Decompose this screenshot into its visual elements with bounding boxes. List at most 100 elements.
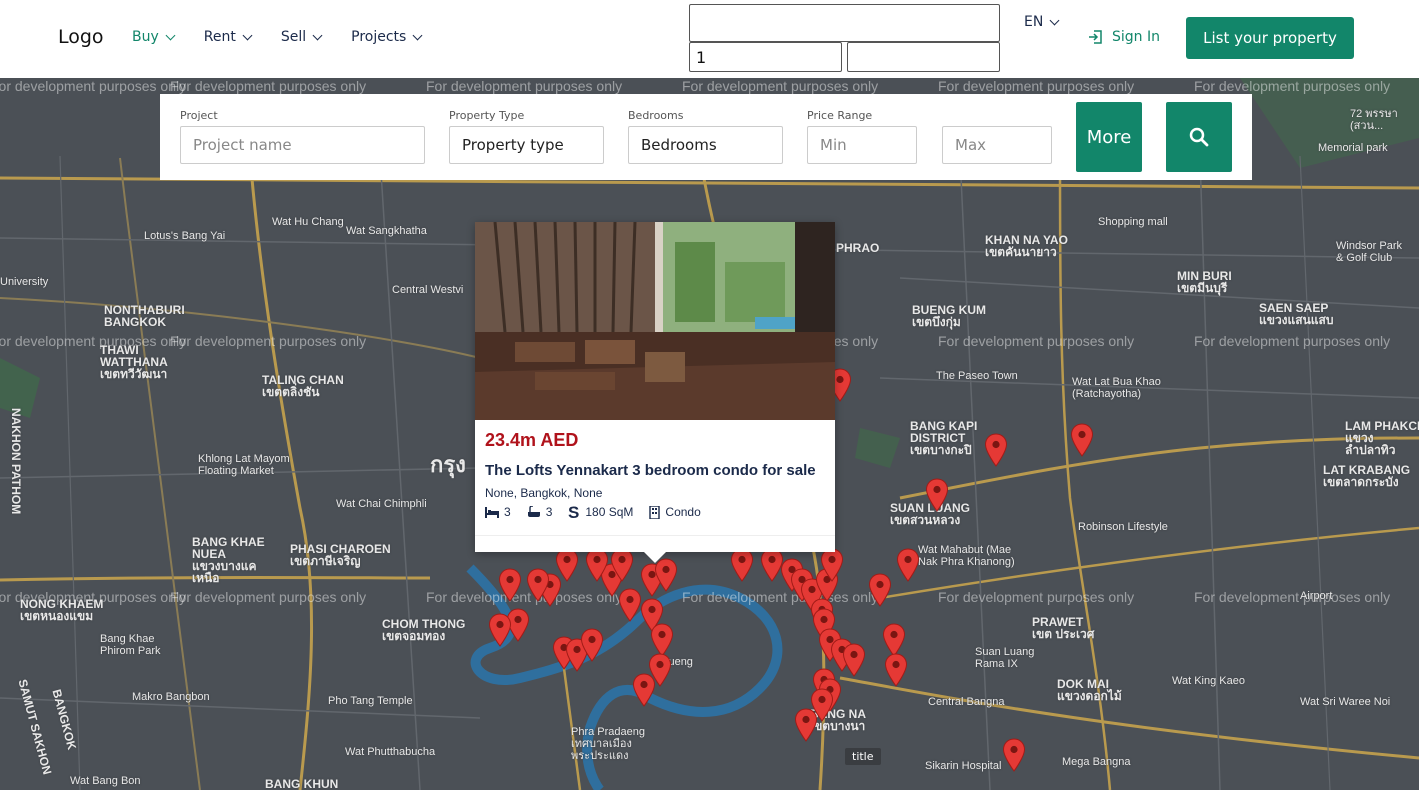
- map-pin-icon[interactable]: [526, 568, 550, 602]
- site-logo[interactable]: Logo: [58, 26, 104, 48]
- sign-in-label: Sign In: [1112, 29, 1160, 45]
- map-pin-icon[interactable]: [654, 558, 678, 592]
- map-pin-icon[interactable]: [896, 548, 920, 582]
- property-photo[interactable]: [475, 222, 835, 420]
- map-pin-icon[interactable]: [650, 623, 674, 657]
- map-label: Bang Khae Phirom Park: [100, 633, 161, 657]
- top-input[interactable]: [689, 4, 1000, 42]
- language-selector[interactable]: EN: [1024, 14, 1060, 30]
- popup-pointer: [644, 552, 666, 563]
- map-pin-icon[interactable]: [610, 548, 634, 582]
- map-label: LAT KRABANG เขตลาดกระบัง: [1323, 463, 1411, 489]
- map-pin-icon[interactable]: [925, 478, 949, 512]
- map-label: Khlong Lat Mayom Floating Market: [198, 453, 290, 477]
- watermark-text: For development purposes only: [170, 589, 367, 605]
- map-label: PHASI CHAROEN เขตภาษีเจริญ: [290, 542, 391, 568]
- map-pin-icon[interactable]: [820, 548, 844, 582]
- project-name-input[interactable]: Project name: [180, 126, 425, 164]
- map-label: BANG KHUN: [265, 777, 339, 790]
- watermark-text: For development purposes only: [1194, 78, 1391, 94]
- map-label: Wat Chai Chimphli: [336, 498, 427, 510]
- map-label: NAKHON PATHOM: [9, 408, 23, 515]
- more-filters-button[interactable]: More: [1076, 102, 1142, 172]
- bedrooms-select[interactable]: Bedrooms: [628, 126, 783, 164]
- map-label: Mega Bangna: [1062, 756, 1131, 768]
- map-pin-icon[interactable]: [984, 433, 1008, 467]
- property-price: 23.4m AED: [485, 430, 579, 450]
- watermark-text: For development purposes only: [682, 78, 879, 94]
- map-pin-icon[interactable]: [842, 643, 866, 677]
- map-pin-icon[interactable]: [1070, 423, 1094, 457]
- map-label: Airport: [1300, 590, 1333, 602]
- map-label: BANG KHAE NUEA แขวงบางแค เหนือ: [192, 535, 265, 585]
- property-popup-card[interactable]: 23.4m AED The Lofts Yennakart 3 bedroom …: [475, 222, 835, 563]
- map-pin-icon[interactable]: [585, 548, 609, 582]
- map-label: Wat Sri Waree Noi: [1300, 696, 1391, 708]
- chevron-down-icon: [412, 30, 423, 40]
- sign-in-link[interactable]: Sign In: [1088, 29, 1160, 45]
- type-feature: Condo: [649, 505, 701, 519]
- map-pin-icon[interactable]: [882, 623, 906, 657]
- nav-projects-label: Projects: [351, 29, 407, 45]
- small-input-1[interactable]: [689, 42, 842, 72]
- map-label: Robinson Lifestyle: [1078, 521, 1168, 533]
- map-pin-tooltip: title: [845, 748, 881, 765]
- watermark-text: For development purposes only: [0, 78, 187, 94]
- bedrooms-feature: 3: [485, 505, 511, 519]
- nav-projects[interactable]: Projects: [351, 29, 423, 45]
- map-pin-icon[interactable]: [868, 573, 892, 607]
- small-input-2[interactable]: [847, 42, 1000, 72]
- map-label: Wat Lat Bua Khao (Ratchayotha): [1072, 376, 1161, 400]
- area-feature: S 180 SqM: [568, 504, 633, 520]
- main-nav: Buy Rent Sell Projects: [132, 29, 451, 45]
- map-label: NONG KHAEM เขตหนองแขม: [20, 597, 104, 623]
- map-pin-icon[interactable]: [1002, 738, 1026, 772]
- map-label: Pho Tang Temple: [328, 695, 413, 707]
- watermark-text: For development purposes only: [170, 333, 367, 349]
- nav-buy[interactable]: Buy: [132, 29, 176, 45]
- map-pin-icon[interactable]: [498, 568, 522, 602]
- bath-icon: [527, 506, 540, 517]
- map-pin-icon[interactable]: [488, 613, 512, 647]
- map-pin-icon[interactable]: [794, 708, 818, 742]
- map-label: TALING CHAN เขตตลิ่งชัน: [262, 373, 344, 399]
- search-button[interactable]: [1166, 102, 1232, 172]
- bathrooms-count: 3: [545, 505, 553, 519]
- map-label: THAWI WATTHANA เขตทวีวัฒนา: [100, 343, 168, 381]
- property-type-select[interactable]: Property type: [449, 126, 604, 164]
- map-label: Wat Mahabut (Mae Nak Phra Khanong): [918, 544, 1015, 568]
- map-label: DOK MAI แขวงดอกไม้: [1057, 677, 1122, 703]
- map-label: Wat Bang Bon: [70, 775, 141, 787]
- map-label: SAEN SAEP แขวงแสนแสบ: [1259, 301, 1334, 327]
- map-pin-icon[interactable]: [580, 628, 604, 662]
- map-label: Central Westvi: [392, 284, 464, 296]
- bathrooms-feature: 3: [527, 505, 553, 519]
- card-divider: [475, 535, 835, 536]
- nav-rent[interactable]: Rent: [204, 29, 253, 45]
- watermark-text: For development purposes only: [938, 333, 1135, 349]
- map-pin-icon[interactable]: [632, 673, 656, 707]
- watermark-text: For development purposes only: [170, 78, 367, 94]
- list-property-button[interactable]: List your property: [1186, 17, 1354, 59]
- property-title[interactable]: The Lofts Yennakart 3 bedroom condo for …: [485, 462, 816, 479]
- property-location: None, Bangkok, None: [485, 486, 603, 500]
- map-label: Lotus's Bang Yai: [144, 230, 226, 242]
- nav-sell-label: Sell: [280, 29, 307, 45]
- watermark-text: For development purposes only: [938, 589, 1135, 605]
- chevron-down-icon: [165, 30, 176, 40]
- map-label: Shopping mall: [1098, 216, 1168, 228]
- map-label: Memorial park: [1318, 142, 1388, 154]
- map-label: BUENG KUM เขตบึงกุ่ม: [912, 303, 986, 329]
- area-icon: S: [568, 504, 579, 520]
- map-label: University: [0, 276, 49, 288]
- search-icon: [1189, 127, 1209, 147]
- bed-icon: [485, 506, 499, 518]
- price-min-input[interactable]: Min: [807, 126, 917, 164]
- map-pin-icon[interactable]: [884, 653, 908, 687]
- sign-in-icon: [1089, 30, 1102, 44]
- nav-sell[interactable]: Sell: [280, 29, 323, 45]
- map-pin-icon[interactable]: [555, 548, 579, 582]
- map-label: PHRAO: [836, 241, 880, 255]
- price-max-input[interactable]: Max: [942, 126, 1052, 164]
- map-pin-icon[interactable]: [730, 548, 754, 582]
